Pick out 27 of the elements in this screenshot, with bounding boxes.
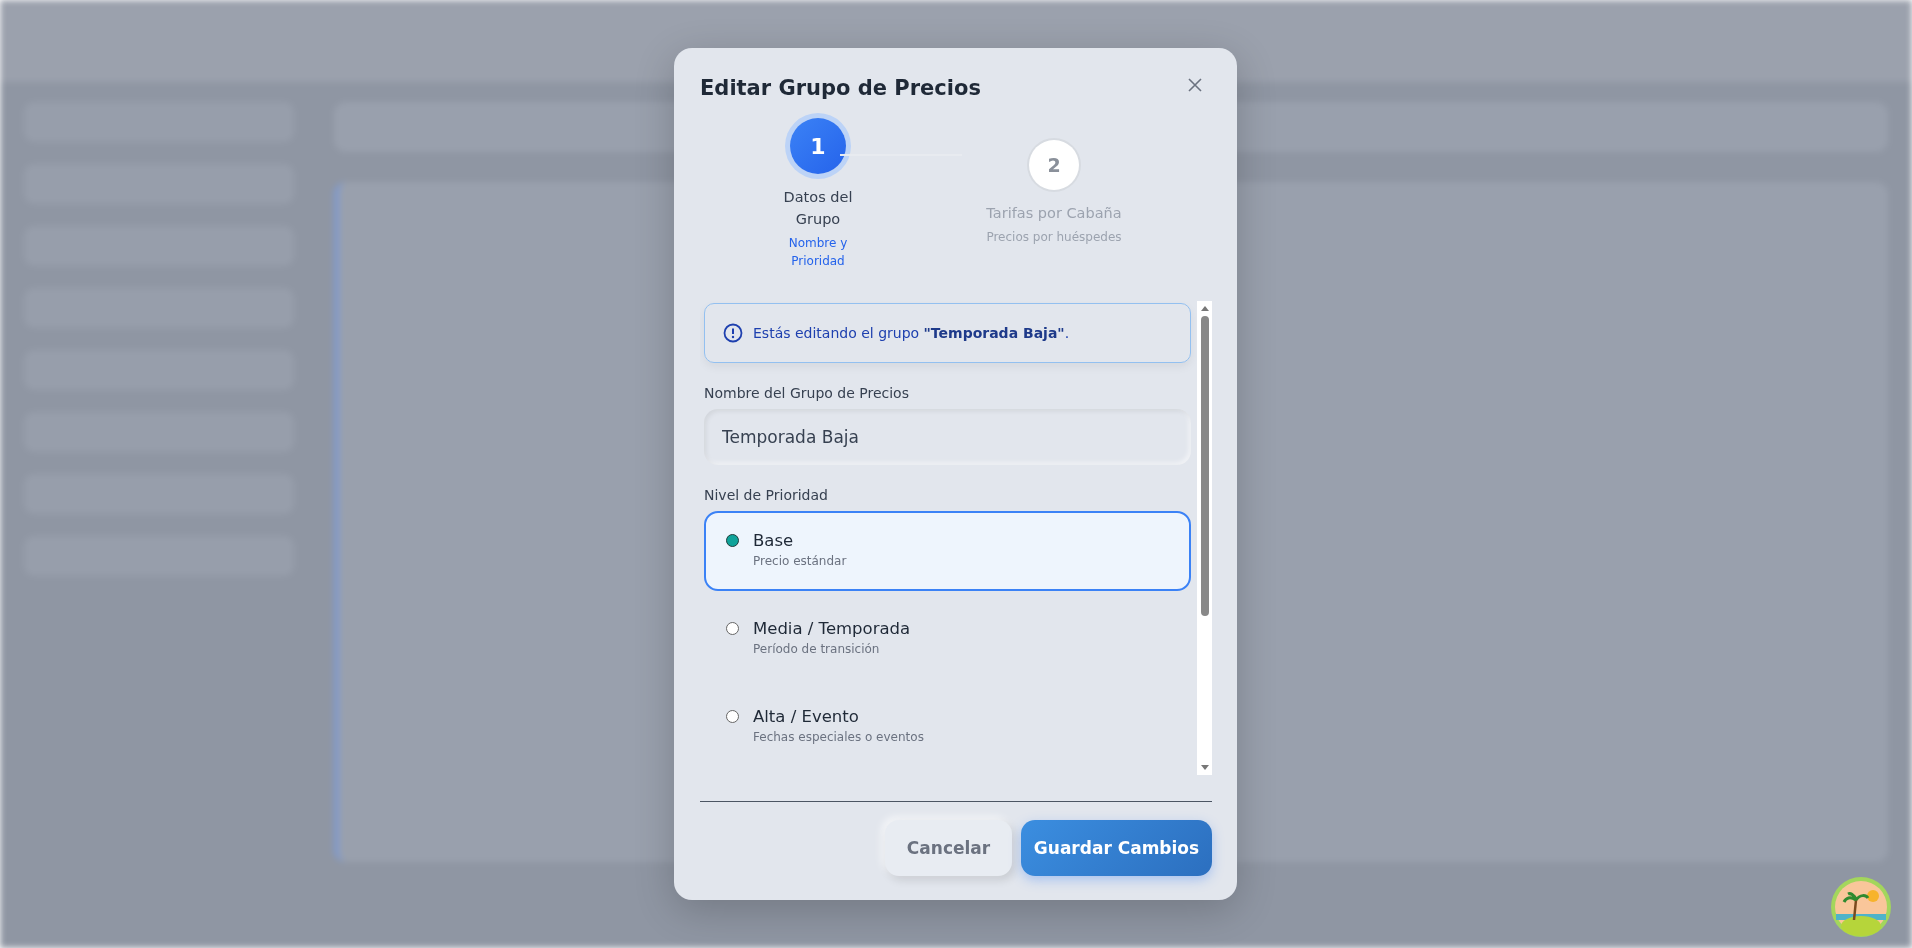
priority-option[interactable]: Alta / Evento Fechas especiales o eventos bbox=[704, 686, 1191, 767]
radio-button[interactable] bbox=[726, 533, 739, 547]
field-label: Nivel de Prioridad bbox=[704, 486, 829, 503]
save-button[interactable]: Guardar Cambios bbox=[1021, 820, 1212, 876]
step-label: Tarifas por Cabaña bbox=[985, 204, 1123, 223]
option-description: Precio estándar bbox=[753, 553, 847, 568]
scroll-down-arrow-icon[interactable] bbox=[1199, 763, 1210, 772]
radio-button[interactable] bbox=[726, 621, 739, 635]
option-title: Alta / Evento bbox=[753, 706, 860, 726]
dialog-title: Editar Grupo de Precios bbox=[700, 76, 981, 100]
priority-option[interactable]: Media / Temporada Período de transición bbox=[704, 598, 1191, 679]
field-label: Nombre del Grupo de Precios bbox=[704, 384, 910, 401]
step-sublabel: Precios por huéspedes bbox=[985, 229, 1123, 246]
option-title: Base bbox=[753, 530, 795, 550]
radio-button[interactable] bbox=[726, 709, 739, 723]
option-description: Fechas especiales o eventos bbox=[753, 729, 924, 744]
scrollbar[interactable] bbox=[1197, 300, 1212, 775]
priority-option[interactable]: Base Precio estándar bbox=[704, 510, 1191, 591]
step-label: Datos del Grupo bbox=[782, 188, 854, 229]
info-icon bbox=[723, 322, 743, 343]
group-name-input[interactable]: Temporada Baja bbox=[704, 408, 1191, 465]
option-description: Período de transición bbox=[753, 641, 881, 656]
island-logo-icon[interactable] bbox=[1830, 876, 1892, 938]
option-title: Media / Temporada bbox=[753, 618, 911, 638]
step-sublabel: Nombre y Prioridad bbox=[787, 235, 849, 270]
notice-text: Estás editando el grupo "Temporada Baja". bbox=[753, 324, 1070, 341]
cancel-button[interactable]: Cancelar bbox=[885, 820, 1012, 876]
